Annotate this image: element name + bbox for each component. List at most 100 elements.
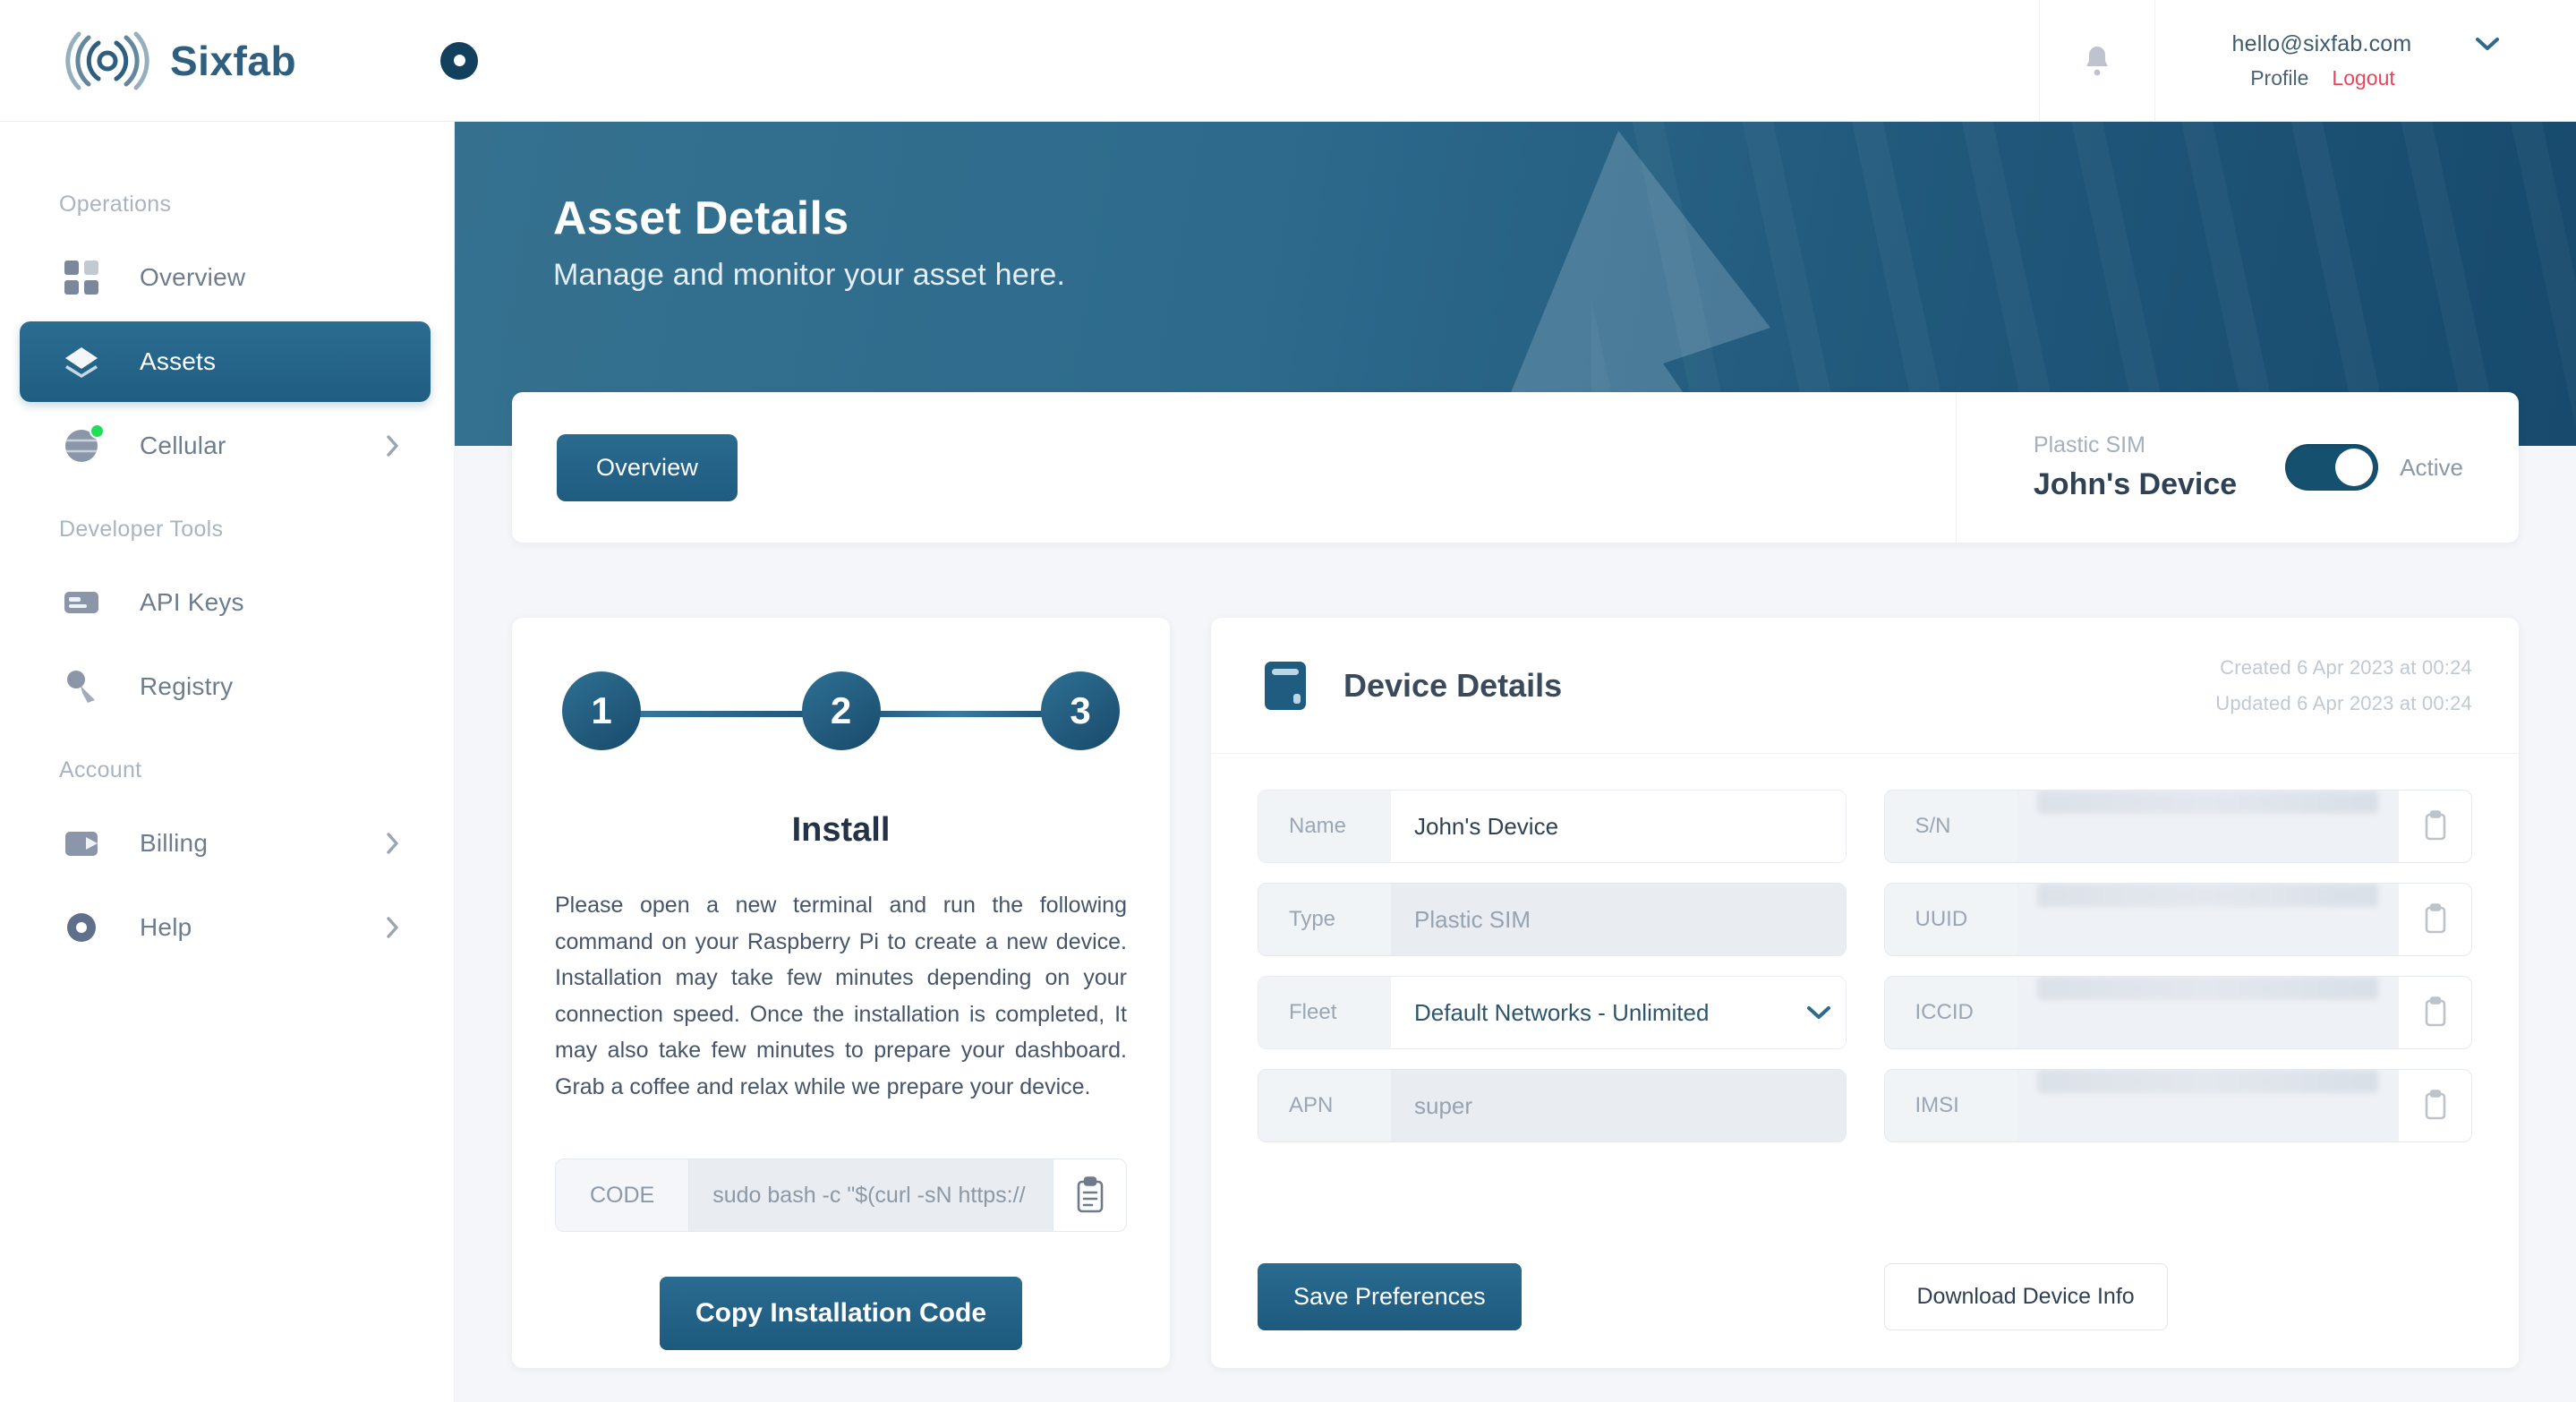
chevron-right-icon [386, 832, 400, 855]
device-details-actions: Save Preferences Download Device Info [1211, 1263, 2519, 1330]
step-2[interactable]: 2 [801, 671, 881, 750]
sidebar-section-account: Account [59, 757, 142, 782]
updated-timestamp: Updated 6 Apr 2023 at 00:24 [2215, 691, 2472, 714]
name-input[interactable] [1391, 791, 1846, 862]
tab-overview[interactable]: Overview [557, 433, 738, 501]
field-uuid: UUID [1883, 883, 2472, 956]
field-label: S/N [1884, 791, 2017, 862]
field-label: Name [1258, 791, 1391, 862]
chevron-down-icon[interactable] [2476, 37, 2500, 51]
sidebar-item-label: Overview [140, 263, 246, 291]
sidebar-section-developer-tools: Developer Tools [59, 517, 224, 542]
type-value: Plastic SIM [1391, 884, 1846, 955]
globe-icon [61, 423, 105, 466]
field-label: APN [1258, 1070, 1391, 1141]
sidebar-item-label: Billing [140, 829, 209, 857]
code-label: CODE [556, 1159, 690, 1231]
device-book-icon [1258, 658, 1313, 714]
copy-uuid-button[interactable] [2398, 884, 2471, 955]
page-title: Asset Details [553, 192, 849, 244]
brand-logo-group[interactable]: Sixfab [64, 30, 414, 91]
download-device-info-button[interactable]: Download Device Info [1883, 1263, 2168, 1330]
sidebar-item-help[interactable]: Help [20, 887, 431, 968]
serial-number-value-redacted [2036, 791, 2378, 814]
sidebar-item-cellular[interactable]: Cellular [20, 406, 431, 486]
copy-icon [2422, 996, 2449, 1029]
grid-squares-icon [61, 257, 102, 298]
copy-serial-number-button[interactable] [2398, 791, 2471, 862]
sidebar-section-operations: Operations [59, 192, 172, 217]
device-meta: Plastic SIM John's Device [2034, 432, 2237, 502]
install-stepper: 1 2 3 [562, 671, 1120, 754]
help-circle-icon [61, 907, 102, 948]
account-email-row[interactable]: hello@sixfab.com [2232, 31, 2500, 57]
sidebar-item-billing[interactable]: Billing [20, 803, 431, 884]
install-title: Install [791, 811, 891, 849]
logout-link[interactable]: Logout [2332, 66, 2394, 90]
field-type: Type Plastic SIM [1258, 883, 1847, 956]
chevron-right-icon [386, 434, 400, 457]
sidebar-item-api-keys[interactable]: API Keys [20, 562, 431, 643]
sidebar: Operations Overview Assets Cellular Deve… [0, 122, 455, 1402]
brand-name: Sixfab [170, 37, 297, 84]
status-dot-icon[interactable] [440, 41, 478, 80]
install-description: Please open a new terminal and run the f… [555, 893, 1127, 1099]
account-links: Profile Logout [2250, 66, 2395, 90]
sixfab-waves-icon [64, 30, 150, 91]
field-label: IMSI [1884, 1070, 2017, 1141]
account-menu[interactable]: hello@sixfab.com Profile Logout [2155, 0, 2576, 122]
chevron-right-icon [386, 916, 400, 939]
device-details-header: Device Details Created 6 Apr 2023 at 00:… [1211, 618, 2519, 754]
top-bar: Sixfab hello@sixfab.com Profile Logout [0, 0, 2576, 122]
main-content: Asset Details Manage and monitor your as… [455, 122, 2576, 1402]
wallet-icon [61, 823, 102, 864]
status-online-dot [90, 423, 105, 439]
sidebar-item-overview[interactable]: Overview [20, 237, 431, 318]
step-1[interactable]: 1 [562, 671, 641, 750]
sidebar-item-assets[interactable]: Assets [20, 321, 431, 402]
save-preferences-button[interactable]: Save Preferences [1258, 1263, 1522, 1330]
field-iccid: ICCID [1883, 976, 2472, 1049]
sidebar-item-label: Registry [140, 672, 234, 700]
install-code-input[interactable] [689, 1159, 1053, 1231]
sim-type-label: Plastic SIM [2033, 432, 2145, 457]
copy-code-button[interactable] [1053, 1159, 1126, 1231]
clipboard-icon [1073, 1176, 1107, 1214]
copy-iccid-button[interactable] [2398, 977, 2471, 1048]
field-fleet[interactable]: Fleet Default Networks - Unlimited [1258, 976, 1847, 1049]
active-toggle[interactable] [2285, 444, 2379, 491]
fleet-dropdown-toggle[interactable] [1792, 977, 1846, 1048]
copy-icon [2422, 1090, 2449, 1122]
notification-bell-button[interactable] [2039, 0, 2155, 122]
field-label: Fleet [1258, 977, 1391, 1048]
device-details-title: Device Details [1343, 666, 1563, 704]
sidebar-item-registry[interactable]: Registry [20, 646, 431, 727]
install-code-row: CODE [555, 1158, 1127, 1232]
sidebar-item-label: Cellular [140, 432, 226, 459]
device-details-card: Device Details Created 6 Apr 2023 at 00:… [1211, 618, 2519, 1368]
field-name[interactable]: Name [1258, 790, 1847, 863]
copy-imsi-button[interactable] [2398, 1070, 2471, 1141]
layers-icon [61, 341, 102, 382]
device-timestamps: Created 6 Apr 2023 at 00:24 Updated 6 Ap… [2215, 656, 2472, 715]
account-email: hello@sixfab.com [2231, 30, 2412, 56]
field-label: Type [1258, 884, 1391, 955]
field-label: ICCID [1884, 977, 2017, 1048]
device-status-group: Plastic SIM John's Device Active [1955, 392, 2519, 543]
created-timestamp: Created 6 Apr 2023 at 00:24 [2220, 655, 2472, 679]
field-apn: APN super [1258, 1069, 1847, 1142]
apn-value: super [1391, 1070, 1846, 1141]
step-3[interactable]: 3 [1041, 671, 1120, 750]
chevron-down-icon [1806, 1005, 1830, 1020]
install-card: 1 2 3 Install Please open a new terminal… [512, 618, 1170, 1368]
device-details-fields: Name S/N Type Plastic SIM [1211, 754, 2519, 1142]
copy-installation-code-button[interactable]: Copy Installation Code [659, 1277, 1023, 1350]
field-serial-number: S/N [1883, 790, 2472, 863]
field-imsi: IMSI [1883, 1069, 2472, 1142]
iccid-value-redacted [2036, 977, 2378, 1000]
copy-icon [2422, 903, 2449, 936]
imsi-value-redacted [2036, 1070, 2378, 1093]
notification-bell-icon [2082, 45, 2112, 77]
profile-link[interactable]: Profile [2250, 66, 2308, 90]
toggle-knob [2335, 449, 2374, 486]
